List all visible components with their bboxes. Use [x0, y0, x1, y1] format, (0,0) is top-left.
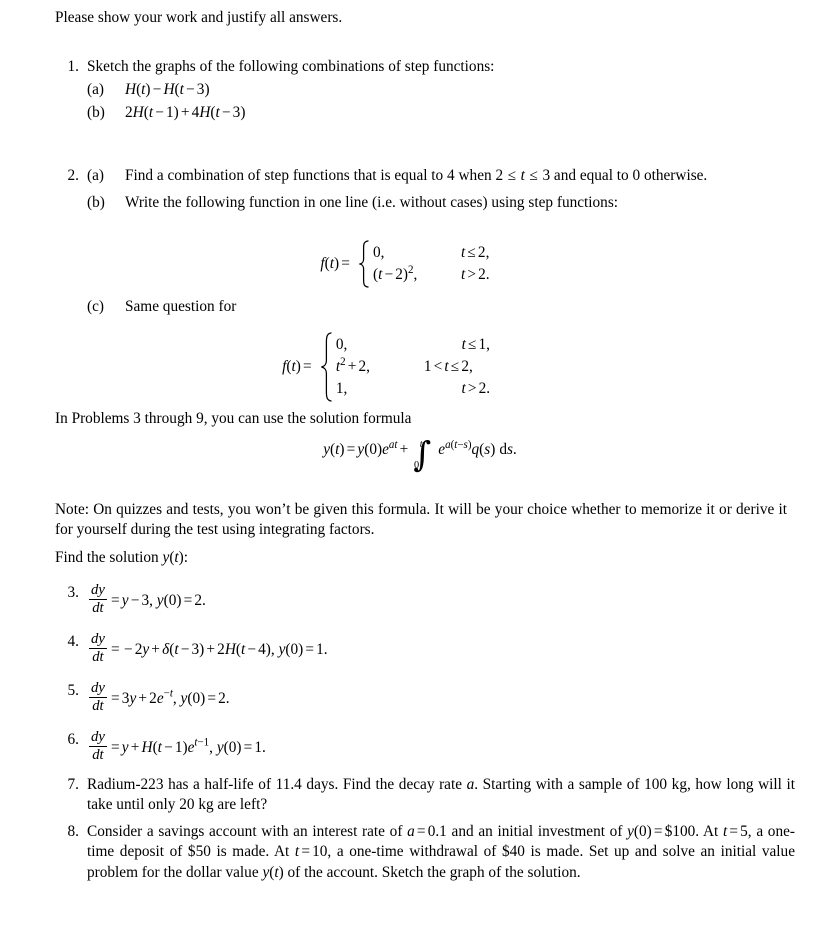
piecewise-1-value: 0,	[372, 244, 385, 262]
problem-1b-expression: 2H(t −1) +4H(t −3)	[125, 103, 246, 121]
derivative-fraction: dy dt	[89, 680, 107, 715]
problem-2a-label: (a)	[87, 167, 104, 184]
problem-3-equation: dy dt = y −3, y(0) = 2.	[89, 582, 206, 617]
derivative-fraction: dy dt	[89, 582, 107, 617]
problem-2c-text: Same question for	[125, 298, 237, 315]
problem-1: 1. Sketch the graphs of the following co…	[55, 57, 795, 129]
problem-6: 6. dy dt = y + H(t −1)et−1, y(0) = 1.	[55, 729, 795, 768]
left-brace-icon	[320, 332, 333, 402]
problem-2b-label: (b)	[87, 194, 105, 212]
problem-1a: (a) H(t) − H(t −3)	[87, 80, 795, 100]
intro-line: Please show your work and justify all an…	[55, 9, 343, 26]
problem-4: 4. dy dt = −2y + δ(t −3) +2H(t −4), y(0) = 1.	[55, 631, 795, 670]
piecewise-2-value: 1,	[335, 379, 348, 397]
derivative-fraction: dy dt	[89, 631, 107, 666]
problem-2a-text: Find a combination of step functions tha…	[125, 167, 708, 184]
problem-4-number: 4.	[67, 633, 79, 650]
problem-5-equation: dy dt = 3y +2e−t, y(0) = 2.	[89, 680, 230, 715]
piecewise-1-row: 0, t ≤2,	[373, 242, 490, 264]
problem-6-number: 6.	[67, 731, 79, 748]
problem-1a-expression: H(t) − H(t −3)	[125, 81, 210, 99]
derivative-fraction: dy dt	[89, 729, 107, 764]
piecewise-1-condition: t ≤2,	[460, 244, 490, 262]
piecewise-2-row: 1, t >2.	[336, 378, 528, 400]
problem-7: 7. Radium-223 has a half-life of 11.4 da…	[55, 775, 795, 820]
problem-8-number: 8.	[67, 823, 79, 840]
document-page: Please show your work and justify all an…	[0, 0, 830, 930]
problem-7-number: 7.	[67, 776, 79, 793]
piecewise-2-condition: t ≤1,	[461, 336, 491, 354]
problem-4-equation: dy dt = −2y + δ(t −3) +2H(t −4), y(0) = 1.	[89, 631, 328, 666]
problem-8-text: Consider a savings account with an inter…	[87, 823, 795, 881]
problem-1b-label: (b)	[87, 103, 105, 121]
problem-2-number: 2.	[67, 167, 79, 184]
problem-2b: (b) Write the following function in one …	[87, 193, 795, 213]
problem-1-number: 1.	[67, 58, 79, 75]
problem-5-number: 5.	[67, 682, 79, 699]
problem-5: 5. dy dt = 3y +2e−t, y(0) = 2.	[55, 680, 795, 719]
problem-2b-text: Write the following function in one line…	[125, 194, 619, 212]
problem-3: 3. dy dt = y −3, y(0) = 2.	[55, 582, 795, 621]
piecewise-1-condition: t >2.	[460, 266, 490, 283]
piecewise-function-1: f(t) = 0, t ≤2, (t −2)2, t >2.	[55, 240, 755, 288]
problem-2: 2. (a) Find a combination of step functi…	[55, 166, 795, 220]
piecewise-2-condition: t >2.	[461, 379, 491, 397]
solution-formula: y(t) = y(0)eat + ∫ t 0 ea(t−s)q(s) ds.	[323, 434, 517, 475]
note-paragraph: Note: On quizzes and tests, you won’t be…	[55, 501, 787, 539]
formula-lead-in: In Problems 3 through 9, you can use the…	[55, 410, 412, 427]
piecewise-2-value: t2 +2,	[335, 356, 370, 376]
piecewise-2-condition: 1 < t ≤2,	[423, 358, 473, 376]
problem-2a: (a) Find a combination of step functions…	[87, 166, 795, 186]
left-brace-icon	[358, 240, 370, 288]
problem-1-stem: Sketch the graphs of the following combi…	[87, 58, 495, 75]
problem-3-number: 3.	[67, 584, 79, 601]
problem-7-text: Radium-223 has a half-life of 11.4 days.…	[87, 776, 795, 814]
find-solution-line: Find the solution y(t):	[55, 549, 189, 566]
piecewise-2-row: t2 +2, 1 < t ≤2,	[336, 356, 528, 378]
integral-icon: ∫ t 0	[413, 434, 432, 475]
piecewise-1-value: (t −2)2,	[372, 263, 418, 283]
problem-8: 8. Consider a savings account with an in…	[55, 822, 795, 887]
problem-2c-label: (c)	[87, 298, 104, 315]
problem-6-equation: dy dt = y + H(t −1)et−1, y(0) = 1.	[89, 729, 266, 764]
piecewise-2-row: 0, t ≤1,	[336, 334, 528, 356]
problem-1a-label: (a)	[87, 81, 104, 99]
problem-1b: (b) 2H(t −1) +4H(t −3)	[87, 103, 795, 123]
piecewise-1-lhs: f(t) =	[320, 254, 350, 272]
piecewise-1-row: (t −2)2, t >2.	[373, 264, 490, 286]
problem-2c: (c) Same question for	[55, 297, 795, 323]
piecewise-2-value: 0,	[335, 336, 348, 354]
piecewise-2-lhs: f(t) =	[282, 357, 312, 375]
piecewise-function-2: f(t) = 0, t ≤1, t2 +2, 1 < t ≤2, 1, t >2.	[55, 332, 755, 402]
